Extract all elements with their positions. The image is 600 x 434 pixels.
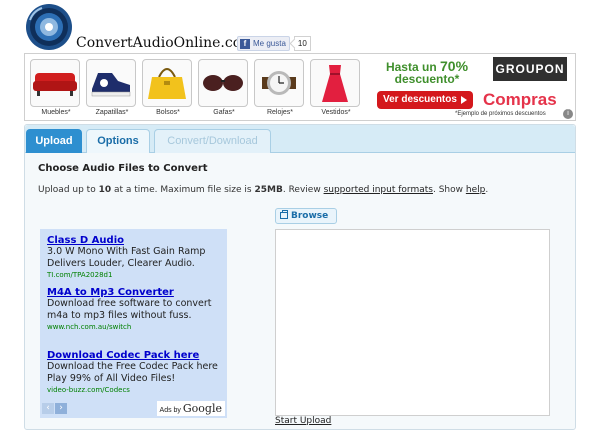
ad-url[interactable]: TI.com/TPA2028d1: [47, 271, 223, 279]
sofa-thumb: [30, 59, 80, 107]
dress-icon: [322, 65, 348, 102]
max-size: 25MB: [254, 185, 283, 195]
file-list-area[interactable]: [275, 229, 550, 416]
upload-info: Upload up to 10 at a time. Maximum file …: [38, 185, 488, 195]
watch-thumb: [254, 59, 304, 107]
ad-url[interactable]: www.nch.com.au/switch: [47, 323, 223, 331]
next-arrow-icon[interactable]: ›: [55, 403, 67, 414]
tab-options[interactable]: Options: [86, 129, 150, 153]
tab-bar: Upload Options Convert/Download: [25, 125, 575, 153]
ad-title[interactable]: Download Codec Pack here: [47, 350, 223, 361]
product-muebles[interactable]: Muebles*: [30, 59, 82, 119]
like-label: Me gusta: [253, 39, 286, 48]
product-label: Vestidos*: [321, 109, 351, 116]
sunglasses-icon: [203, 75, 243, 91]
sneaker-icon: [91, 73, 131, 97]
browse-label: Browse: [291, 211, 329, 221]
product-label: Relojes*: [266, 109, 294, 116]
product-vestidos[interactable]: Vestidos*: [310, 59, 362, 119]
ad-text: Download the Free Codec Pack here Play 9…: [47, 361, 218, 384]
ver-descuentos-button[interactable]: Ver descuentos: [377, 91, 473, 109]
ads-by-label: Ads by: [159, 407, 181, 414]
banner-disclaimer: *Ejemplo de próximos descuentos: [455, 111, 546, 117]
info-text: .: [485, 185, 489, 195]
google-ads-box: Class D Audio 3.0 W Mono With Fast Gain …: [40, 229, 227, 418]
product-zapatillas[interactable]: Zapatillas*: [86, 59, 138, 119]
max-files: 10: [98, 185, 112, 195]
handbag-icon: [148, 68, 186, 99]
product-label: Zapatillas*: [95, 109, 129, 116]
site-title[interactable]: ConvertAudioOnline.com: [76, 35, 254, 51]
ad-text: Download free software to convert m4a to…: [47, 298, 212, 321]
handbag-thumb: [142, 59, 192, 107]
ad-text: 3.0 W Mono With Fast Gain Ramp Delivers …: [47, 246, 206, 269]
tab-upload[interactable]: Upload: [26, 129, 82, 153]
info-text: at a time. Maximum file size is: [114, 185, 252, 195]
ad-title[interactable]: M4A to Mp3 Converter: [47, 287, 223, 298]
watch-icon: [262, 71, 296, 95]
converter-panel: Upload Options Convert/Download Choose A…: [24, 124, 576, 430]
play-arrow-icon: [461, 96, 467, 104]
supported-formats-link[interactable]: supported input formats: [324, 185, 433, 195]
product-bolsos[interactable]: Bolsos*: [142, 59, 194, 119]
product-gafas[interactable]: Gafas*: [198, 59, 250, 119]
product-label: Gafas*: [213, 109, 235, 116]
browse-button[interactable]: Browse: [275, 208, 337, 224]
product-label: Bolsos*: [156, 109, 180, 116]
sunglasses-thumb: [198, 59, 248, 107]
start-upload-link[interactable]: Start Upload: [275, 416, 331, 426]
ad-info-icon[interactable]: i: [563, 109, 573, 119]
facebook-like-widget: f Me gusta 10: [237, 36, 311, 51]
ad-item[interactable]: Class D Audio 3.0 W Mono With Fast Gain …: [47, 235, 223, 279]
speaker-logo-icon[interactable]: [24, 2, 74, 52]
promo-text: Hasta un 70% descuento*: [381, 58, 473, 86]
product-relojes[interactable]: Relojes*: [254, 59, 306, 119]
dress-thumb: [310, 59, 360, 107]
section-title: Choose Audio Files to Convert: [38, 163, 208, 174]
like-button[interactable]: f Me gusta: [237, 36, 290, 51]
cta-label: Ver descuentos: [383, 94, 457, 105]
prev-arrow-icon[interactable]: ‹: [42, 403, 54, 414]
ads-by-google[interactable]: Ads by Google: [156, 401, 225, 416]
tab-convert-download: Convert/Download: [154, 129, 271, 153]
sofa-icon: [33, 73, 77, 96]
promo-line-2: descuento*: [394, 72, 460, 86]
info-text: Upload up to: [38, 185, 96, 195]
google-wordmark: Google: [182, 402, 222, 415]
ad-pager: ‹ ›: [42, 403, 68, 414]
info-text: . Review: [282, 185, 321, 195]
site-header: ConvertAudioOnline.com f Me gusta 10: [24, 2, 584, 52]
groupon-logo: GROUPON: [493, 57, 567, 81]
facebook-icon: f: [240, 38, 250, 49]
info-text: . Show: [432, 185, 463, 195]
help-link[interactable]: help: [466, 185, 485, 195]
ad-item[interactable]: M4A to Mp3 Converter Download free softw…: [47, 287, 223, 331]
ad-item[interactable]: Download Codec Pack here Download the Fr…: [47, 350, 223, 394]
product-label: Muebles*: [41, 109, 71, 116]
ad-url[interactable]: video-buzz.com/Codecs: [47, 386, 223, 394]
ad-title[interactable]: Class D Audio: [47, 235, 223, 246]
groupon-banner-ad[interactable]: Muebles* Zapatillas* Bolsos* Gafas* Relo…: [24, 53, 576, 121]
like-count: 10: [293, 36, 311, 51]
sneaker-thumb: [86, 59, 136, 107]
folder-icon: [280, 210, 288, 219]
compras-text: Compras: [483, 90, 557, 109]
